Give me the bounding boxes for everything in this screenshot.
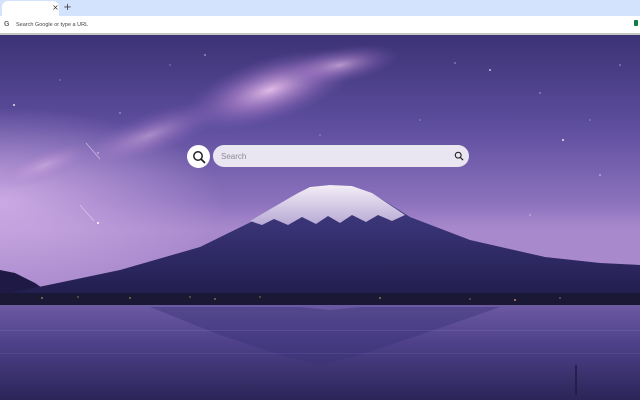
- search-input[interactable]: [221, 148, 441, 164]
- address-bar-placeholder: Search Google or type a URL: [16, 21, 89, 28]
- magnifier-circle-icon: [192, 150, 205, 163]
- active-tab[interactable]: ×: [2, 1, 59, 16]
- close-tab-icon[interactable]: ×: [51, 3, 60, 12]
- mount-fuji-wallpaper: [0, 35, 640, 400]
- extension-icon[interactable]: [634, 20, 638, 26]
- address-bar[interactable]: G Search Google or type a URL: [1, 18, 637, 31]
- search-bar[interactable]: [213, 145, 469, 167]
- new-tab-page: [0, 35, 640, 400]
- search-logo-button[interactable]: [187, 145, 210, 168]
- google-g-icon: G: [4, 20, 10, 28]
- tab-strip: × +: [0, 0, 640, 16]
- new-tab-button[interactable]: +: [62, 2, 73, 13]
- magnifier-icon[interactable]: [454, 151, 464, 161]
- browser-toolbar: G Search Google or type a URL: [0, 16, 640, 33]
